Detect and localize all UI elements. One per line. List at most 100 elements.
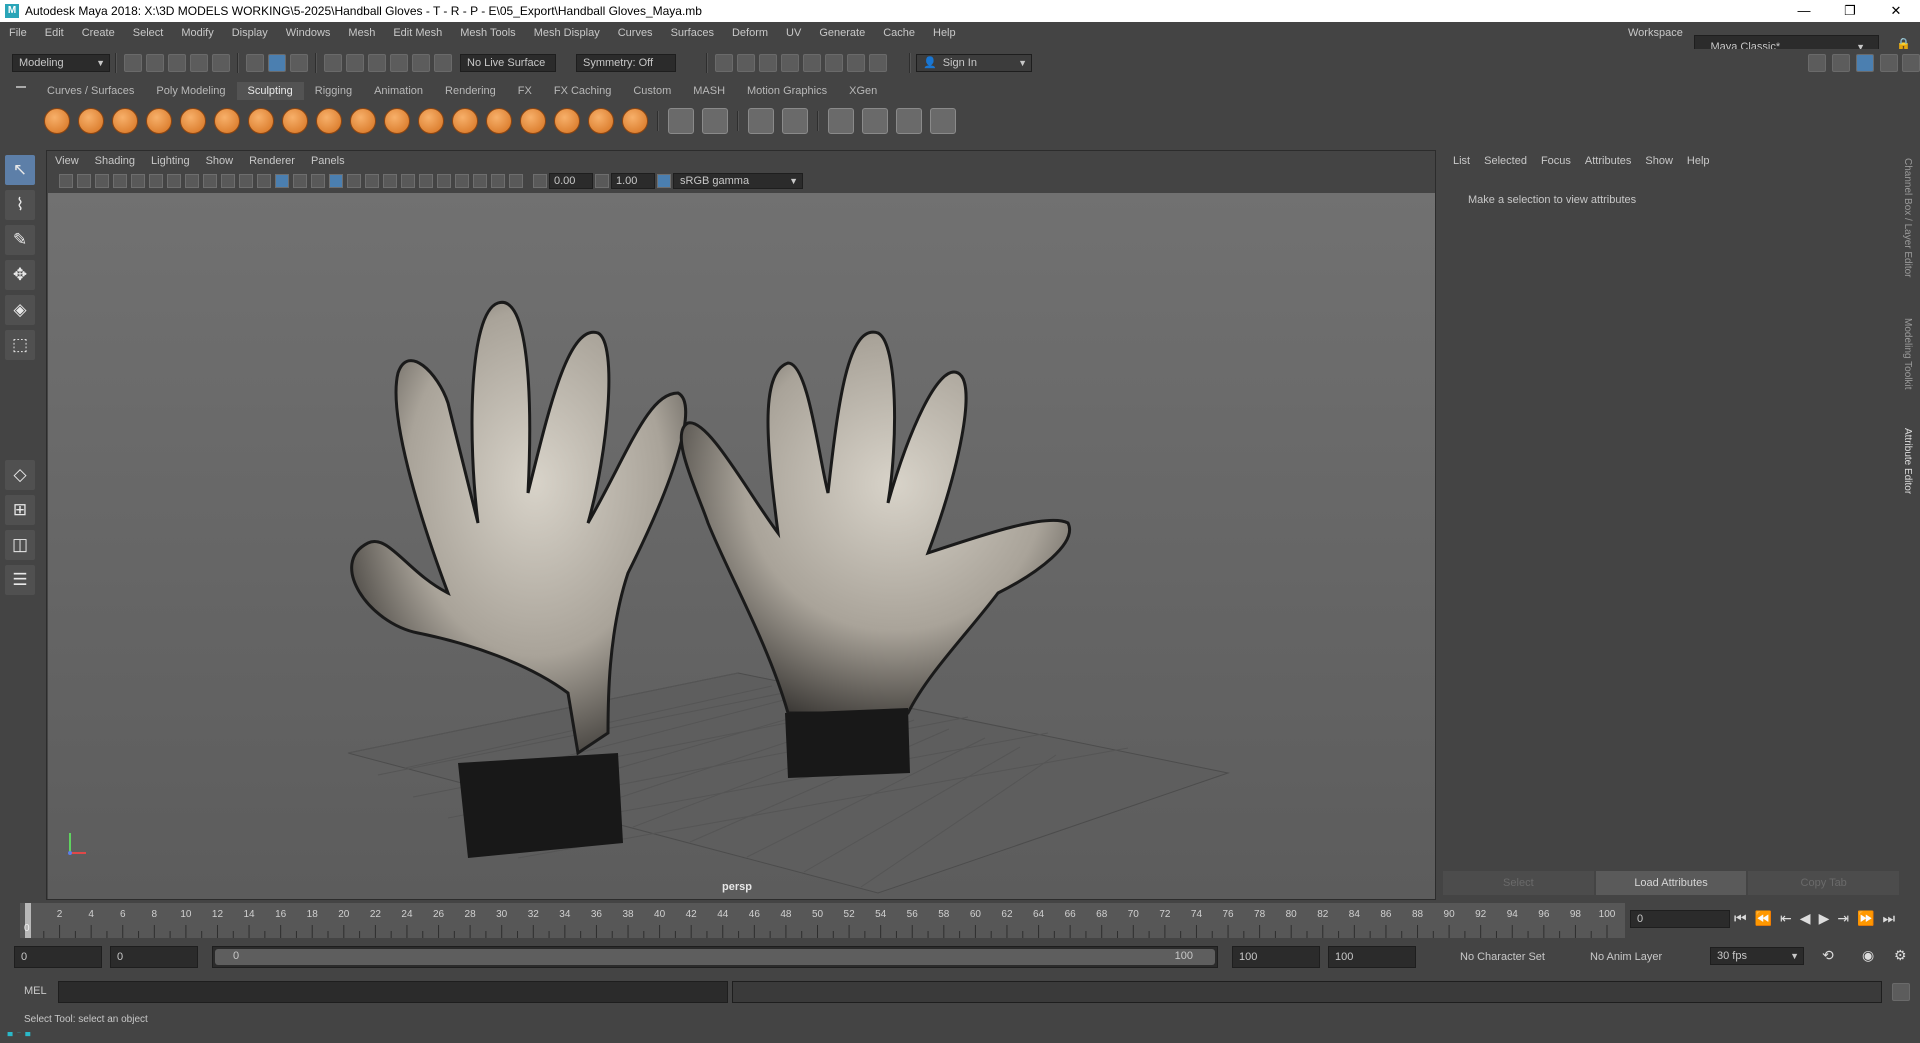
render-setup-icon[interactable] — [825, 54, 843, 72]
shelf-tab-fx-caching[interactable]: FX Caching — [543, 82, 622, 100]
fps-dropdown[interactable]: 30 fps ▼ — [1710, 947, 1804, 965]
ae-menu-show[interactable]: Show — [1638, 150, 1680, 172]
smooth-shade-icon[interactable] — [275, 174, 289, 188]
render-frame-icon[interactable] — [715, 54, 733, 72]
symmetry-dropdown[interactable]: Symmetry: Off — [576, 54, 676, 72]
select-tool-icon[interactable]: ↖ — [5, 155, 35, 185]
animation-end-field[interactable]: 100 — [1328, 946, 1416, 968]
amplify-tool-icon[interactable] — [588, 108, 614, 134]
paint-select-tool-icon[interactable]: ✎ — [5, 225, 35, 255]
animation-preferences-icon[interactable]: ⚙ — [1894, 947, 1907, 964]
viewport-menu-shading[interactable]: Shading — [87, 151, 143, 171]
convert-to-frozen-icon[interactable] — [668, 108, 694, 134]
shelf-tab-animation[interactable]: Animation — [363, 82, 434, 100]
hypershade-icon[interactable] — [803, 54, 821, 72]
viewport-menu-renderer[interactable]: Renderer — [241, 151, 303, 171]
smear-tool-icon[interactable] — [520, 108, 546, 134]
snap-grid-icon[interactable] — [324, 54, 342, 72]
step-back-key-icon[interactable]: ⇤ — [1780, 910, 1792, 927]
tool-settings-icon[interactable] — [1880, 54, 1898, 72]
menu-uv[interactable]: UV — [777, 22, 810, 44]
shelf-tab-rendering[interactable]: Rendering — [434, 82, 507, 100]
wire-deformer-icon[interactable] — [828, 108, 854, 134]
menu-select[interactable]: Select — [124, 22, 173, 44]
shelf-tab-mash[interactable]: MASH — [682, 82, 736, 100]
current-frame-field[interactable]: 0 — [1630, 910, 1730, 928]
snap-rotate-icon[interactable] — [434, 54, 452, 72]
pause-viewport-icon[interactable] — [869, 54, 887, 72]
viewport-menu-view[interactable]: View — [47, 151, 87, 171]
soft-mod-icon[interactable] — [930, 108, 956, 134]
image-plane-icon[interactable] — [113, 174, 127, 188]
screen-space-ao-icon[interactable] — [383, 174, 397, 188]
snap-view-plane-icon[interactable] — [390, 54, 408, 72]
select-object-icon[interactable] — [268, 54, 286, 72]
menu-windows[interactable]: Windows — [277, 22, 340, 44]
wireframe-icon[interactable] — [257, 174, 271, 188]
playback-start-field[interactable]: 0 — [110, 946, 198, 968]
exposure-field[interactable]: 0.00 — [549, 173, 593, 189]
step-back-frame-icon[interactable]: ⏪ — [1755, 910, 1772, 927]
shelf-tab-xgen[interactable]: XGen — [838, 82, 888, 100]
smooth-tool-icon[interactable] — [78, 108, 104, 134]
step-forward-key-icon[interactable]: ⇥ — [1837, 910, 1849, 927]
command-language-toggle[interactable]: MEL — [24, 985, 47, 997]
close-button[interactable]: ✕ — [1873, 0, 1919, 22]
shelf-tab-custom[interactable]: Custom — [622, 82, 682, 100]
menu-file[interactable]: File — [0, 22, 36, 44]
3d-viewport[interactable]: persp — [48, 193, 1435, 899]
spray-tool-icon[interactable] — [282, 108, 308, 134]
four-view-layout-icon[interactable]: ⊞ — [5, 495, 35, 525]
shelf-tab-fx[interactable]: FX — [507, 82, 543, 100]
menu-set-dropdown[interactable]: Modeling ▼ — [12, 54, 110, 72]
xray-joints-icon[interactable] — [491, 174, 505, 188]
cluster-deformer-icon[interactable] — [862, 108, 888, 134]
viewport-menu-panels[interactable]: Panels — [303, 151, 353, 171]
safe-action-icon[interactable] — [221, 174, 235, 188]
relax-tool-icon[interactable] — [112, 108, 138, 134]
freeze-tool-icon[interactable] — [622, 108, 648, 134]
bulge-tool-icon[interactable] — [554, 108, 580, 134]
ae-menu-focus[interactable]: Focus — [1534, 150, 1578, 172]
menu-edit-mesh[interactable]: Edit Mesh — [384, 22, 451, 44]
film-gate-icon[interactable] — [149, 174, 163, 188]
gate-mask-icon[interactable] — [185, 174, 199, 188]
menu-curves[interactable]: Curves — [609, 22, 662, 44]
pinch-tool-icon[interactable] — [180, 108, 206, 134]
side-tab-modeling-toolkit[interactable]: Modeling Toolkit — [1902, 318, 1913, 390]
ae-menu-selected[interactable]: Selected — [1477, 150, 1534, 172]
lasso-tool-icon[interactable]: ⌇ — [5, 190, 35, 220]
save-scene-icon[interactable] — [168, 54, 186, 72]
view-transform-dropdown[interactable]: sRGB gamma ▼ — [673, 173, 803, 189]
open-scene-icon[interactable] — [146, 54, 164, 72]
wireframe-on-shaded-icon[interactable] — [311, 174, 325, 188]
ae-menu-list[interactable]: List — [1446, 150, 1477, 172]
animation-start-field[interactable]: 0 — [14, 946, 102, 968]
shelf-options-icon[interactable] — [16, 86, 26, 88]
flatten-tool-icon[interactable] — [214, 108, 240, 134]
bookmark-icon[interactable] — [95, 174, 109, 188]
scale-tool-icon[interactable]: ⬚ — [5, 330, 35, 360]
fill-tool-icon[interactable] — [452, 108, 478, 134]
knife-tool-icon[interactable] — [486, 108, 512, 134]
playback-end-field[interactable]: 100 — [1232, 946, 1320, 968]
menu-modify[interactable]: Modify — [172, 22, 222, 44]
step-forward-frame-icon[interactable]: ⏩ — [1857, 910, 1874, 927]
command-input[interactable] — [58, 981, 728, 1003]
grid-toggle-icon[interactable] — [131, 174, 145, 188]
outliner-layout-icon[interactable]: ☰ — [5, 565, 35, 595]
restore-button[interactable]: ❐ — [1827, 0, 1873, 22]
redo-icon[interactable] — [212, 54, 230, 72]
shelf-tab-poly-modeling[interactable]: Poly Modeling — [145, 82, 236, 100]
copy-tab-button[interactable]: Copy Tab — [1748, 871, 1900, 895]
ipr-render-icon[interactable] — [759, 54, 777, 72]
play-forwards-icon[interactable]: ▶ — [1819, 910, 1830, 927]
undo-icon[interactable] — [190, 54, 208, 72]
grab-tool-icon[interactable] — [146, 108, 172, 134]
sign-in-button[interactable]: 👤 Sign In ▼ — [916, 54, 1032, 72]
gamma-icon[interactable] — [595, 174, 609, 188]
viewport-menu-lighting[interactable]: Lighting — [143, 151, 198, 171]
play-backwards-icon[interactable]: ◀ — [1800, 910, 1811, 927]
new-scene-icon[interactable] — [124, 54, 142, 72]
two-view-layout-icon[interactable]: ◫ — [5, 530, 35, 560]
